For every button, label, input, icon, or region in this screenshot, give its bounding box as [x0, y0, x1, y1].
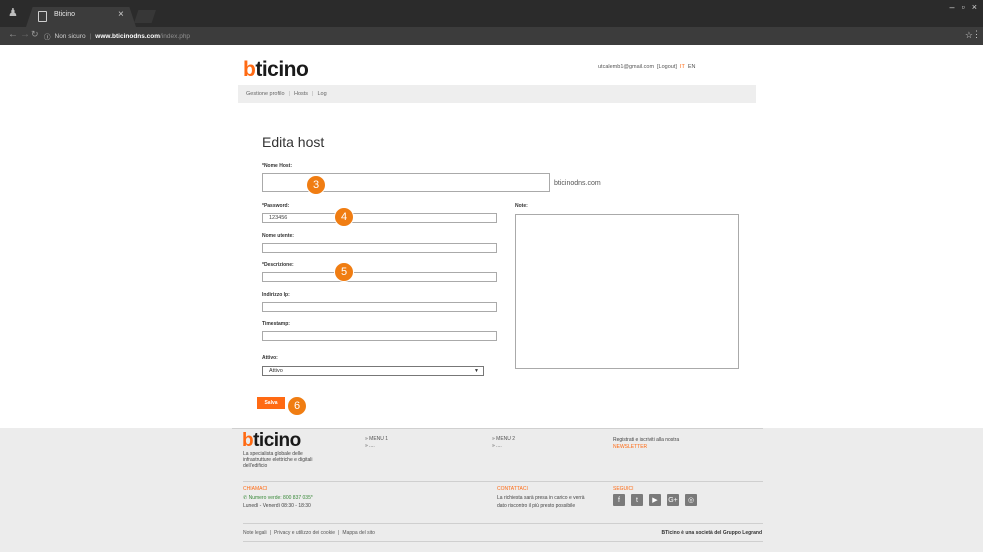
- notes-textarea[interactable]: [515, 214, 739, 369]
- footer-menu-1-title[interactable]: » MENU 1: [365, 436, 388, 443]
- nav-item-gestione-profilo[interactable]: Gestione profilo: [246, 91, 285, 97]
- nav-separator: |: [312, 91, 314, 97]
- password-input[interactable]: 123456: [262, 213, 497, 223]
- username-input[interactable]: [262, 243, 497, 253]
- address-bar[interactable]: ⓘ Non sicuro | www.bticinodns.com/index.…: [44, 30, 964, 42]
- legal-separator: |: [338, 530, 340, 536]
- legal-separator: |: [269, 530, 271, 536]
- callout-3: 3: [306, 175, 326, 195]
- description-label: *Descrizione:: [262, 262, 294, 268]
- tab-title: Bticino: [54, 11, 76, 18]
- url-host: www.bticinodns.com: [95, 32, 161, 40]
- domain-suffix: bticinodns.com: [554, 180, 601, 187]
- browser-menu-icon[interactable]: ⋮: [972, 29, 981, 40]
- footer-bticino-logo[interactable]: bticino: [242, 430, 301, 452]
- google-plus-icon[interactable]: G+: [667, 494, 679, 506]
- url-path: /index.php: [160, 32, 191, 40]
- footer-menu-1-item[interactable]: » ....: [365, 443, 388, 450]
- callout-5: 5: [334, 262, 354, 282]
- dropdown-arrow-icon: ▼: [474, 368, 479, 374]
- minimize-button[interactable]: –: [950, 2, 955, 12]
- back-arrow-icon[interactable]: ←: [8, 29, 18, 40]
- active-label: Attivo:: [262, 355, 278, 361]
- call-us-title: CHIAMACI: [243, 486, 268, 492]
- security-status: Non sicuro: [54, 32, 86, 40]
- logout-link[interactable]: [Logout]: [657, 64, 677, 70]
- window-controls: – ▫ ×: [950, 2, 977, 12]
- footer-menu-1: » MENU 1 » ....: [365, 436, 388, 450]
- newsletter-link[interactable]: NEWSLETTER: [613, 444, 679, 451]
- main-nav: Gestione profilo | Hosts | Log: [238, 85, 756, 103]
- language-it-link[interactable]: IT: [680, 64, 685, 70]
- nav-separator: |: [288, 91, 290, 97]
- newsletter-block: Registrati e iscriviti alla nostra NEWSL…: [613, 437, 679, 451]
- footer-separator: [243, 481, 763, 482]
- info-icon[interactable]: ⓘ: [44, 31, 51, 41]
- footer-menu-2-title[interactable]: » MENU 2: [492, 436, 515, 443]
- legal-links: Note legali | Privacy e utilizzo dei coo…: [243, 530, 375, 536]
- browser-tabstrip: ♟ Bticino × – ▫ ×: [0, 0, 983, 27]
- notes-label: Note:: [515, 203, 528, 209]
- user-area: utcalemb1@gmail.com [Logout] IT EN: [598, 64, 695, 70]
- forward-arrow-icon[interactable]: →: [20, 29, 30, 40]
- footer-separator: [243, 523, 763, 524]
- footer-separator: [243, 541, 763, 542]
- footer-divider: [232, 428, 763, 429]
- language-en-link[interactable]: EN: [688, 64, 696, 70]
- callout-6: 6: [287, 396, 307, 416]
- new-tab-button[interactable]: [134, 10, 156, 23]
- nav-item-hosts[interactable]: Hosts: [294, 91, 308, 97]
- host-name-label: *Nome Host:: [262, 163, 293, 169]
- contact-us-line-2: dato riscontro il più presto possibile: [497, 503, 576, 509]
- instagram-icon[interactable]: ◎: [685, 494, 697, 506]
- nav-item-log[interactable]: Log: [317, 91, 326, 97]
- timestamp-label: Timestamp:: [262, 321, 290, 327]
- url-separator: |: [89, 32, 92, 40]
- save-button[interactable]: Salva: [257, 397, 285, 409]
- contact-us-title[interactable]: CONTATTACI: [497, 486, 528, 492]
- privacy-cookie-link[interactable]: Privacy e utilizzo dei cookie: [274, 530, 335, 536]
- sitemap-link[interactable]: Mappa del sito: [342, 530, 375, 536]
- callout-4: 4: [334, 207, 354, 227]
- contact-us-line-1: La richiesta sarà presa in carico e verr…: [497, 495, 585, 501]
- reload-icon[interactable]: ↻: [31, 29, 39, 40]
- youtube-icon[interactable]: ▶: [649, 494, 661, 506]
- footer-menu-2-item[interactable]: » ....: [492, 443, 515, 450]
- maximize-button[interactable]: ▫: [962, 2, 965, 12]
- user-profile-icon[interactable]: ♟: [8, 6, 20, 20]
- footer-menu-2: » MENU 2 » ....: [492, 436, 515, 450]
- active-select-value: Attivo: [269, 368, 283, 374]
- facebook-icon[interactable]: f: [613, 494, 625, 506]
- legal-notes-link[interactable]: Note legali: [243, 530, 267, 536]
- ip-address-label: Indirizzo Ip:: [262, 292, 290, 298]
- footer-tagline: La specialista globale delle infrastrutt…: [243, 451, 313, 469]
- username-label: Nome utente:: [262, 233, 294, 239]
- ip-address-input[interactable]: [262, 302, 497, 312]
- call-us-hours: Lunedì - Venerdì 08:30 - 18:30: [243, 503, 311, 509]
- description-input[interactable]: [262, 272, 497, 282]
- follow-us-title: SEGUICI: [613, 486, 634, 492]
- close-window-button[interactable]: ×: [972, 2, 977, 12]
- legrand-group-note: BTicino è una società del Gruppo Legrand: [661, 530, 762, 536]
- timestamp-input[interactable]: [262, 331, 497, 341]
- user-email: utcalemb1@gmail.com: [598, 64, 655, 70]
- call-us-phone[interactable]: ✆ Numero verde: 800 837 035*: [243, 495, 313, 501]
- active-select[interactable]: Attivo ▼: [262, 366, 484, 376]
- browser-toolbar: ← → ↻ ⓘ Non sicuro | www.bticinodns.com/…: [0, 27, 983, 45]
- page-title: Edita host: [262, 134, 325, 150]
- bticino-logo[interactable]: bticino: [243, 58, 309, 82]
- page-favicon-icon: [38, 11, 47, 22]
- password-label: *Password:: [262, 203, 290, 209]
- social-links: f t ▶ G+ ◎: [613, 494, 697, 506]
- tab-close-icon[interactable]: ×: [118, 9, 124, 20]
- twitter-icon[interactable]: t: [631, 494, 643, 506]
- newsletter-text: Registrati e iscriviti alla nostra: [613, 437, 680, 443]
- browser-tab[interactable]: Bticino ×: [26, 7, 136, 27]
